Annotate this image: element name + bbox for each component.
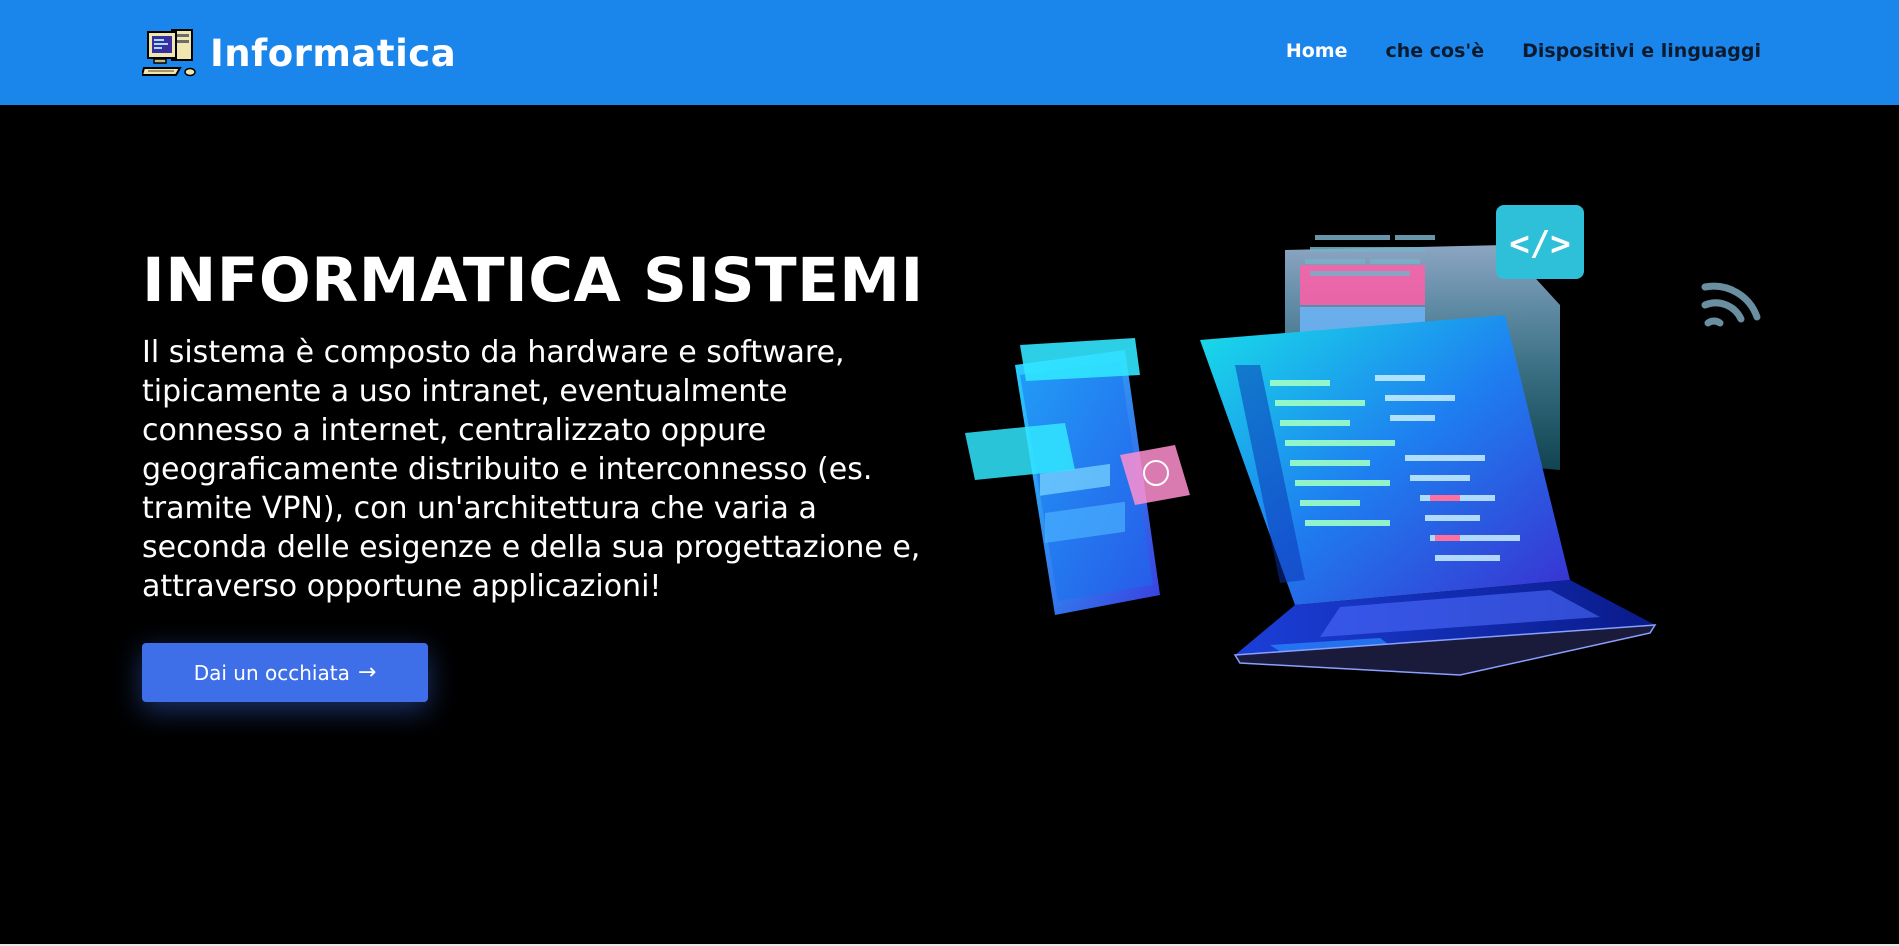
- cta-button[interactable]: Dai un occhiata →: [142, 643, 428, 702]
- hero-title: INFORMATICA SISTEMI: [142, 245, 924, 316]
- nav-link-dispositivi[interactable]: Dispositivi e linguaggi: [1522, 40, 1761, 62]
- hero-description: Il sistema è composto da hardware e soft…: [142, 335, 921, 604]
- cta-label: Dai un occhiata: [193, 660, 350, 685]
- computer-icon: [142, 29, 196, 77]
- svg-text:</>: </>: [1509, 224, 1570, 264]
- nav-link-che-cose[interactable]: che cos'è: [1385, 40, 1484, 62]
- hero-section: INFORMATICA SISTEMI Il sistema è compost…: [0, 105, 1899, 946]
- nav-link-home[interactable]: Home: [1286, 40, 1348, 62]
- brand-logo[interactable]: Informatica: [142, 28, 456, 78]
- arrow-right-icon: →: [357, 660, 377, 685]
- navbar: Informatica Home che cos'è Dispositivi e…: [0, 0, 1899, 105]
- brand-name: Informatica: [210, 31, 457, 75]
- laptop-code-illustration: </>: [965, 205, 1761, 676]
- nav-menu: Home che cos'è Dispositivi e linguaggi: [1248, 40, 1761, 62]
